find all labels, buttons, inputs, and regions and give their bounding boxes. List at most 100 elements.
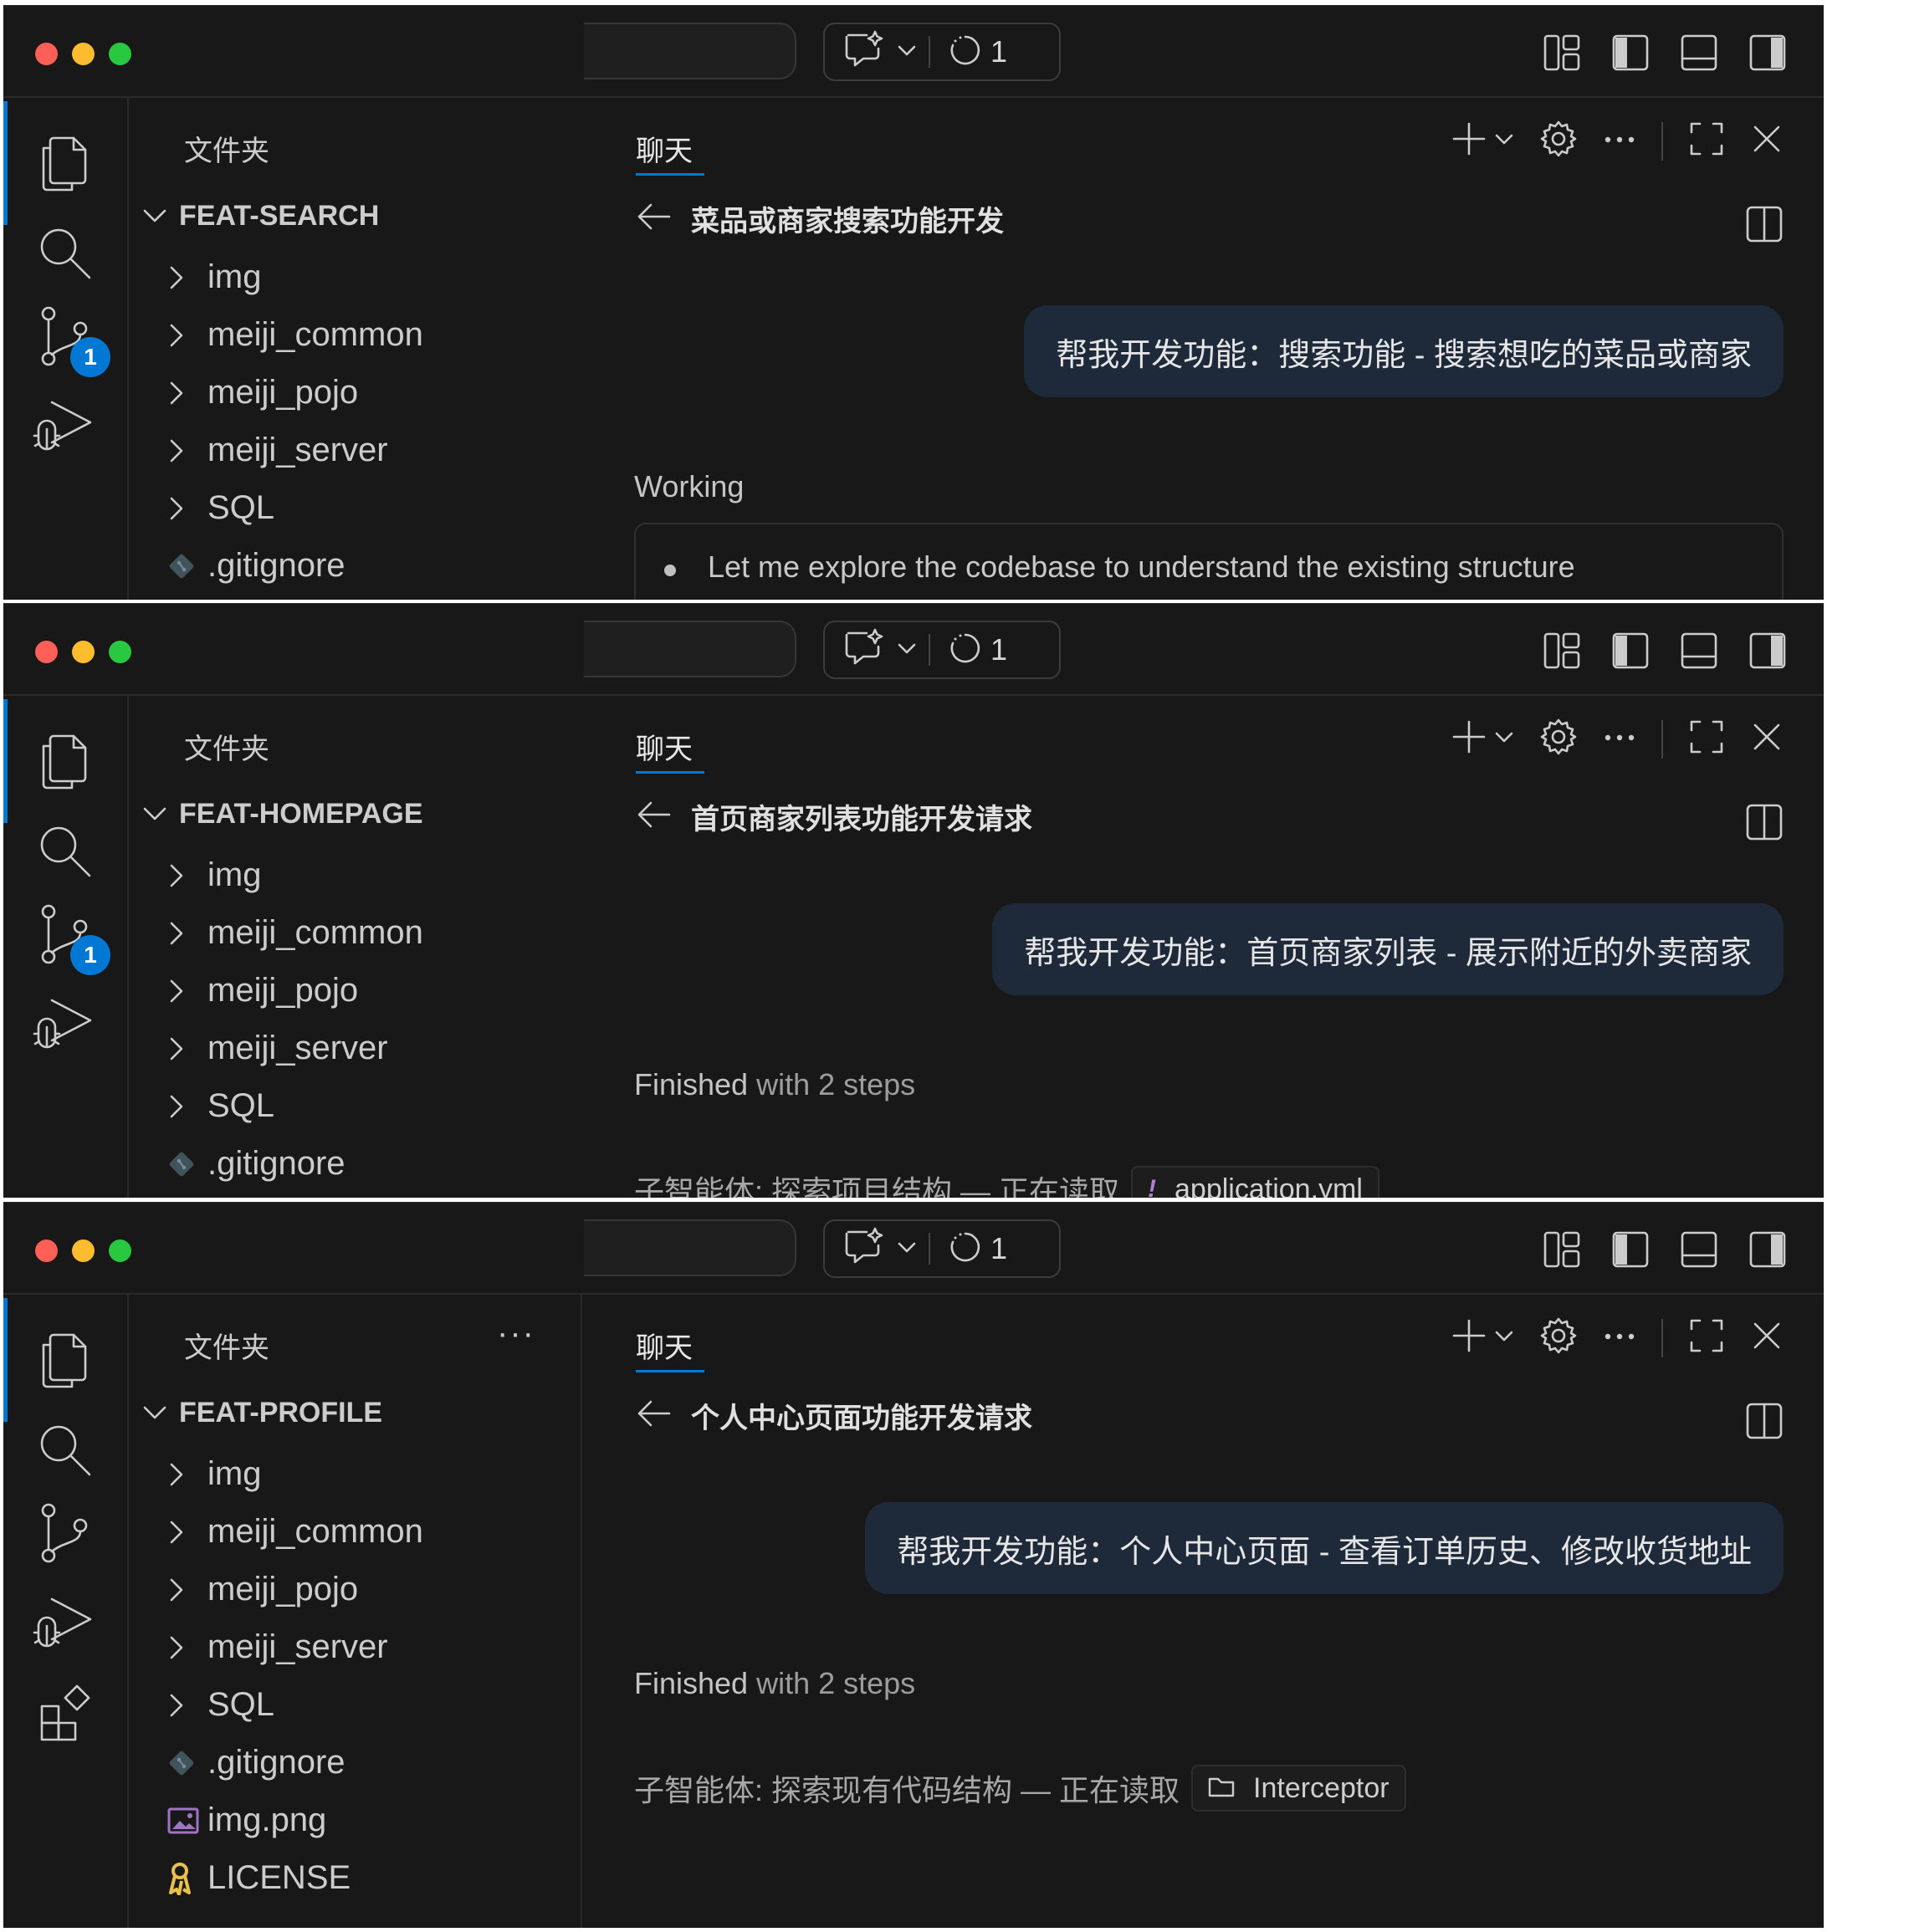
- toggle-panel-icon[interactable]: [1680, 33, 1718, 72]
- tree-item[interactable]: .gitignore: [167, 537, 423, 595]
- close-window-button[interactable]: [35, 1239, 58, 1262]
- file-reference-chip[interactable]: Interceptor: [1191, 1765, 1406, 1812]
- chat-panel: 聊天 首页商家列表功能开发请求 帮我开发功能：首页商家列表 - 展示附近的外卖商…: [582, 696, 1824, 1198]
- run-debug-icon[interactable]: [32, 995, 95, 1058]
- tab-chat[interactable]: 聊天: [636, 128, 693, 169]
- tab-chat[interactable]: 聊天: [636, 726, 693, 767]
- more-icon[interactable]: [1603, 732, 1636, 747]
- settings-gear-icon[interactable]: [1539, 718, 1578, 760]
- close-icon[interactable]: [1750, 1319, 1784, 1357]
- close-icon[interactable]: [1750, 122, 1784, 160]
- workspace-root[interactable]: FEAT-PROFILE: [142, 1397, 382, 1429]
- response-status[interactable]: Finished with 2 steps: [634, 1666, 915, 1701]
- search-icon[interactable]: [35, 1420, 94, 1483]
- maximize-icon[interactable]: [1688, 120, 1725, 161]
- minimize-window-button[interactable]: [72, 43, 95, 65]
- toggle-secondary-sidebar-icon[interactable]: [1748, 631, 1787, 670]
- extensions-icon[interactable]: [37, 1684, 95, 1747]
- tree-item[interactable]: SQL: [167, 1077, 423, 1135]
- tree-item[interactable]: meiji_pojo: [167, 1561, 423, 1618]
- toggle-secondary-sidebar-icon[interactable]: [1748, 1230, 1787, 1269]
- scm-badge: 1: [70, 935, 110, 975]
- response-status[interactable]: Working: [634, 469, 744, 504]
- close-window-button[interactable]: [35, 43, 58, 65]
- toggle-primary-sidebar-icon[interactable]: [1611, 631, 1650, 670]
- tree-item[interactable]: meiji_server: [167, 1618, 423, 1676]
- customize-layout-icon[interactable]: [1543, 1230, 1581, 1269]
- settings-gear-icon[interactable]: [1539, 1316, 1578, 1359]
- user-message: 帮我开发功能：搜索功能 - 搜索想吃的菜品或商家: [1024, 305, 1784, 397]
- chevron-down-icon[interactable]: [897, 1240, 917, 1258]
- working-steps-box[interactable]: Let me explore the codebase to understan…: [634, 523, 1784, 600]
- search-icon[interactable]: [35, 223, 94, 286]
- close-icon[interactable]: [1750, 720, 1784, 758]
- response-status[interactable]: Finished with 2 steps: [634, 1067, 915, 1102]
- tree-item[interactable]: meiji_pojo: [167, 962, 423, 1020]
- file-reference-chip[interactable]: ! application.yml: [1131, 1166, 1379, 1198]
- customize-layout-icon[interactable]: [1543, 631, 1581, 670]
- workspace-root[interactable]: FEAT-HOMEPAGE: [142, 798, 423, 831]
- minimize-window-button[interactable]: [72, 641, 95, 663]
- explorer-icon[interactable]: [35, 729, 94, 797]
- toggle-panel-icon[interactable]: [1680, 1230, 1718, 1269]
- close-window-button[interactable]: [35, 641, 58, 663]
- split-editor-icon[interactable]: [1745, 1402, 1784, 1444]
- source-control-icon[interactable]: [38, 1502, 92, 1570]
- agent-sessions-control[interactable]: 1: [823, 1219, 1061, 1278]
- command-center[interactable]: [584, 23, 796, 79]
- tree-item[interactable]: meiji_common: [167, 306, 423, 364]
- more-icon[interactable]: [1603, 134, 1636, 149]
- customize-layout-icon[interactable]: [1543, 33, 1581, 72]
- toggle-panel-icon[interactable]: [1680, 631, 1718, 670]
- toggle-secondary-sidebar-icon[interactable]: [1748, 33, 1787, 72]
- new-chat-button[interactable]: [1451, 120, 1514, 161]
- tree-item[interactable]: SQL: [167, 1676, 423, 1734]
- zoom-window-button[interactable]: [109, 43, 131, 65]
- chevron-down-icon[interactable]: [897, 43, 917, 61]
- tree-item[interactable]: .gitignore: [167, 1734, 423, 1791]
- back-arrow-icon[interactable]: [636, 800, 673, 834]
- split-editor-icon[interactable]: [1745, 803, 1784, 846]
- back-arrow-icon[interactable]: [636, 1398, 673, 1433]
- tree-item[interactable]: meiji_common: [167, 1503, 423, 1561]
- maximize-icon[interactable]: [1688, 1317, 1725, 1358]
- command-center[interactable]: [584, 1219, 796, 1276]
- maximize-icon[interactable]: [1688, 718, 1725, 759]
- settings-gear-icon[interactable]: [1539, 120, 1578, 162]
- zoom-window-button[interactable]: [109, 641, 131, 663]
- tree-item[interactable]: img: [167, 846, 423, 904]
- tree-item[interactable]: meiji_server: [167, 1020, 423, 1077]
- workspace-root[interactable]: FEAT-SEARCH: [142, 200, 379, 233]
- activity-bar: [3, 1295, 129, 1928]
- agent-sessions-control[interactable]: 1: [823, 23, 1061, 81]
- tree-item[interactable]: meiji_pojo: [167, 364, 423, 422]
- tree-item[interactable]: img: [167, 1445, 423, 1503]
- command-center[interactable]: [584, 621, 796, 677]
- zoom-window-button[interactable]: [109, 1239, 131, 1262]
- chevron-down-icon[interactable]: [897, 641, 917, 659]
- tree-item[interactable]: .gitignore: [167, 1135, 423, 1193]
- toggle-primary-sidebar-icon[interactable]: [1611, 1230, 1650, 1269]
- more-icon[interactable]: [1603, 1331, 1636, 1346]
- new-chat-button[interactable]: [1451, 1317, 1514, 1358]
- run-debug-icon[interactable]: [32, 1594, 95, 1657]
- run-debug-icon[interactable]: [32, 397, 95, 460]
- tree-item[interactable]: SQL: [167, 479, 423, 537]
- explorer-more-button[interactable]: ···: [497, 1315, 535, 1352]
- split-editor-icon[interactable]: [1745, 205, 1784, 248]
- tree-item-label: meiji_common: [207, 914, 423, 951]
- tree-item[interactable]: img.png: [167, 1791, 423, 1849]
- tree-item[interactable]: img: [167, 248, 423, 306]
- toggle-primary-sidebar-icon[interactable]: [1611, 33, 1650, 72]
- back-arrow-icon[interactable]: [636, 202, 673, 236]
- explorer-icon[interactable]: [35, 1328, 94, 1396]
- tree-item[interactable]: meiji_server: [167, 422, 423, 479]
- explorer-icon[interactable]: [35, 131, 94, 199]
- tree-item[interactable]: meiji_common: [167, 904, 423, 962]
- tree-item[interactable]: LICENSE: [167, 1849, 423, 1907]
- new-chat-button[interactable]: [1451, 718, 1514, 759]
- agent-sessions-control[interactable]: 1: [823, 621, 1061, 679]
- minimize-window-button[interactable]: [72, 1239, 95, 1262]
- tab-chat[interactable]: 聊天: [636, 1325, 693, 1366]
- search-icon[interactable]: [35, 821, 94, 884]
